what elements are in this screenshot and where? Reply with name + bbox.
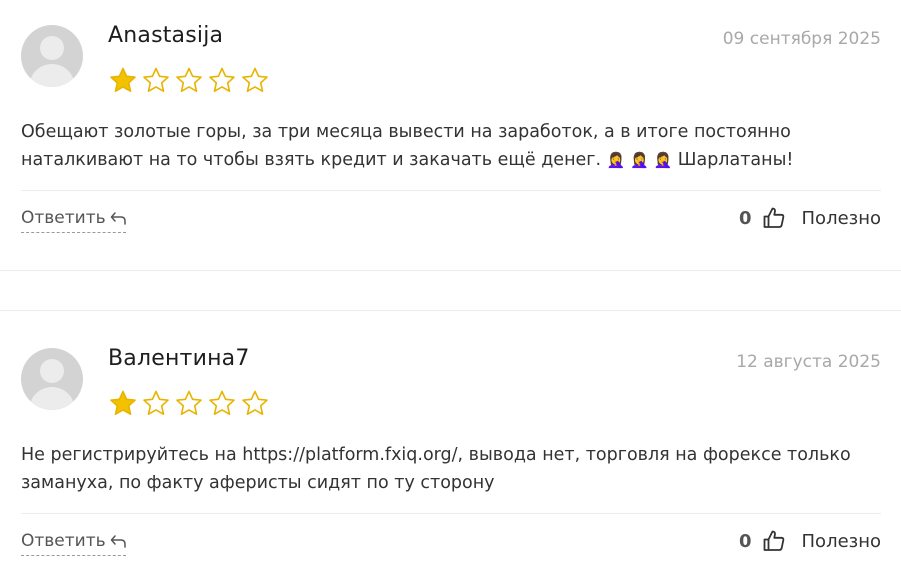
thumbs-up-icon[interactable] xyxy=(762,206,786,230)
avatar xyxy=(21,25,83,87)
star-empty-icon xyxy=(176,390,202,415)
helpful-label[interactable]: Полезно xyxy=(802,531,881,552)
facepalm-emoji: 🤦‍♀️ 🤦‍♀️ 🤦‍♀️ xyxy=(606,151,673,169)
helpful-count: 0 xyxy=(738,530,752,552)
divider xyxy=(21,513,881,514)
star-empty-icon xyxy=(242,67,268,92)
avatar xyxy=(21,348,83,410)
star-filled-icon xyxy=(110,67,136,92)
star-filled-icon xyxy=(110,390,136,415)
star-empty-icon xyxy=(176,67,202,92)
avatar-head xyxy=(40,36,64,60)
star-empty-icon xyxy=(209,67,235,92)
review-text-line-1: Обещают золотые горы, за три месяца выве… xyxy=(21,122,791,142)
star-empty-icon xyxy=(209,390,235,415)
star-empty-icon xyxy=(143,390,169,415)
divider xyxy=(21,190,881,191)
review-text-line-2: наталкивают на то чтобы взять кредит и з… xyxy=(21,150,602,170)
review-date: 12 августа 2025 xyxy=(736,352,881,372)
reply-label: Ответить xyxy=(21,208,106,228)
helpful-control: 0 Полезно xyxy=(739,203,881,233)
review-card: Anastasija 09 сентября 2025 Обещают золо… xyxy=(0,0,901,271)
review-author: Anastasija xyxy=(108,23,224,48)
avatar-body xyxy=(29,64,75,87)
review-card: Валентина7 12 августа 2025 Не регистриру… xyxy=(0,310,901,575)
reply-arrow-icon xyxy=(110,212,126,225)
reply-button[interactable]: Ответить xyxy=(21,530,126,556)
review-text-tail: Шарлатаны! xyxy=(672,150,794,170)
review-date: 09 сентября 2025 xyxy=(722,29,881,49)
reply-label: Ответить xyxy=(21,531,106,551)
helpful-control: 0 Полезно xyxy=(739,526,881,556)
review-text-line-2: замануха, по факту аферисты сидят по ту … xyxy=(21,473,495,493)
star-empty-icon xyxy=(242,390,268,415)
reply-arrow-icon xyxy=(110,535,126,548)
helpful-count: 0 xyxy=(738,207,752,229)
review-text: Обещают золотые горы, за три месяца выве… xyxy=(21,118,871,174)
thumbs-up-icon[interactable] xyxy=(762,529,786,553)
star-empty-icon xyxy=(143,67,169,92)
helpful-label[interactable]: Полезно xyxy=(802,208,881,229)
reply-button[interactable]: Ответить xyxy=(21,207,126,233)
avatar-head xyxy=(40,359,64,383)
rating-stars xyxy=(108,389,270,421)
review-author: Валентина7 xyxy=(108,346,250,371)
review-text: Не регистрируйтесь на https://platform.f… xyxy=(21,441,871,497)
review-text-line-1: Не регистрируйтесь на https://platform.f… xyxy=(21,445,851,465)
rating-stars xyxy=(108,66,270,98)
avatar-body xyxy=(29,387,75,410)
